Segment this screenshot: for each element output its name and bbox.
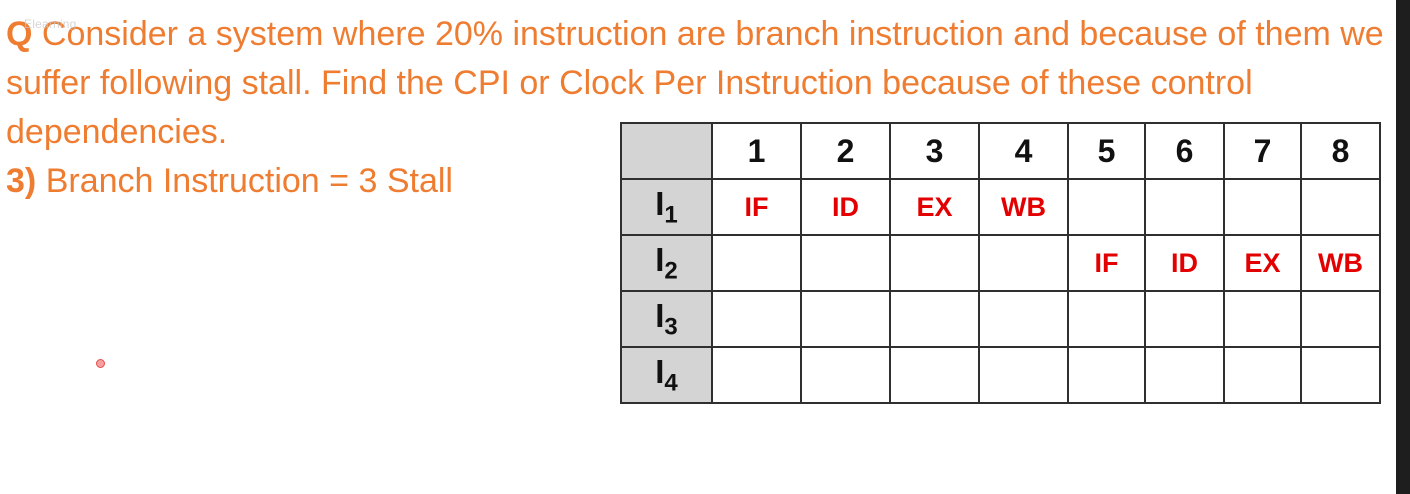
pipeline-cell xyxy=(1223,346,1302,404)
pipeline-cell xyxy=(978,234,1069,292)
laser-pointer-dot xyxy=(96,359,105,368)
table-row: I1 IF ID EX WB xyxy=(620,178,1381,236)
row-label: I1 xyxy=(620,178,713,236)
pipeline-cell xyxy=(711,290,802,348)
pipeline-cell xyxy=(1144,290,1225,348)
pipeline-cell xyxy=(978,290,1069,348)
row-label: I3 xyxy=(620,290,713,348)
pipeline-cell: IF xyxy=(1067,234,1146,292)
pipeline-cell xyxy=(889,290,980,348)
column-header: 5 xyxy=(1067,122,1146,180)
pipeline-cell xyxy=(800,346,891,404)
table-header-row: 1 2 3 4 5 6 7 8 xyxy=(620,122,1381,180)
pipeline-cell xyxy=(1067,346,1146,404)
pipeline-table: 1 2 3 4 5 6 7 8 I1 IF ID EX WB I2 IF ID … xyxy=(620,122,1381,404)
pipeline-cell xyxy=(800,290,891,348)
table-corner-cell xyxy=(620,122,713,180)
branch-text: Branch Instruction = 3 Stall xyxy=(45,162,453,200)
pipeline-cell: ID xyxy=(800,178,891,236)
column-header: 3 xyxy=(889,122,980,180)
window-edge-bar xyxy=(1396,0,1410,494)
pipeline-cell xyxy=(1223,290,1302,348)
pipeline-cell xyxy=(1300,178,1381,236)
pipeline-cell xyxy=(711,346,802,404)
column-header: 4 xyxy=(978,122,1069,180)
pipeline-cell xyxy=(1067,290,1146,348)
pipeline-cell: WB xyxy=(1300,234,1381,292)
pipeline-cell xyxy=(889,346,980,404)
branch-statement: 3) Branch Instruction = 3 Stall xyxy=(6,157,453,206)
table-row: I2 IF ID EX WB xyxy=(620,234,1381,292)
pipeline-cell: EX xyxy=(1223,234,1302,292)
branch-number: 3) xyxy=(6,162,37,200)
column-header: 2 xyxy=(800,122,891,180)
pipeline-cell xyxy=(889,234,980,292)
pipeline-cell: EX xyxy=(889,178,980,236)
pipeline-cell xyxy=(1300,346,1381,404)
table-row: I4 xyxy=(620,346,1381,404)
row-label: I2 xyxy=(620,234,713,292)
pipeline-cell xyxy=(1144,346,1225,404)
pipeline-cell xyxy=(800,234,891,292)
column-header: 6 xyxy=(1144,122,1225,180)
column-header: 7 xyxy=(1223,122,1302,180)
column-header: 8 xyxy=(1300,122,1381,180)
pipeline-cell xyxy=(1067,178,1146,236)
pipeline-cell xyxy=(1300,290,1381,348)
pipeline-cell: WB xyxy=(978,178,1069,236)
column-header: 1 xyxy=(711,122,802,180)
pipeline-cell xyxy=(711,234,802,292)
pipeline-cell xyxy=(1223,178,1302,236)
table-row: I3 xyxy=(620,290,1381,348)
row-label: I4 xyxy=(620,346,713,404)
watermark-logo: Elearning xyxy=(24,17,77,31)
pipeline-cell xyxy=(978,346,1069,404)
pipeline-cell: ID xyxy=(1144,234,1225,292)
pipeline-cell xyxy=(1144,178,1225,236)
slide: Q Consider a system where 20% instructio… xyxy=(0,0,1396,494)
pipeline-cell: IF xyxy=(711,178,802,236)
